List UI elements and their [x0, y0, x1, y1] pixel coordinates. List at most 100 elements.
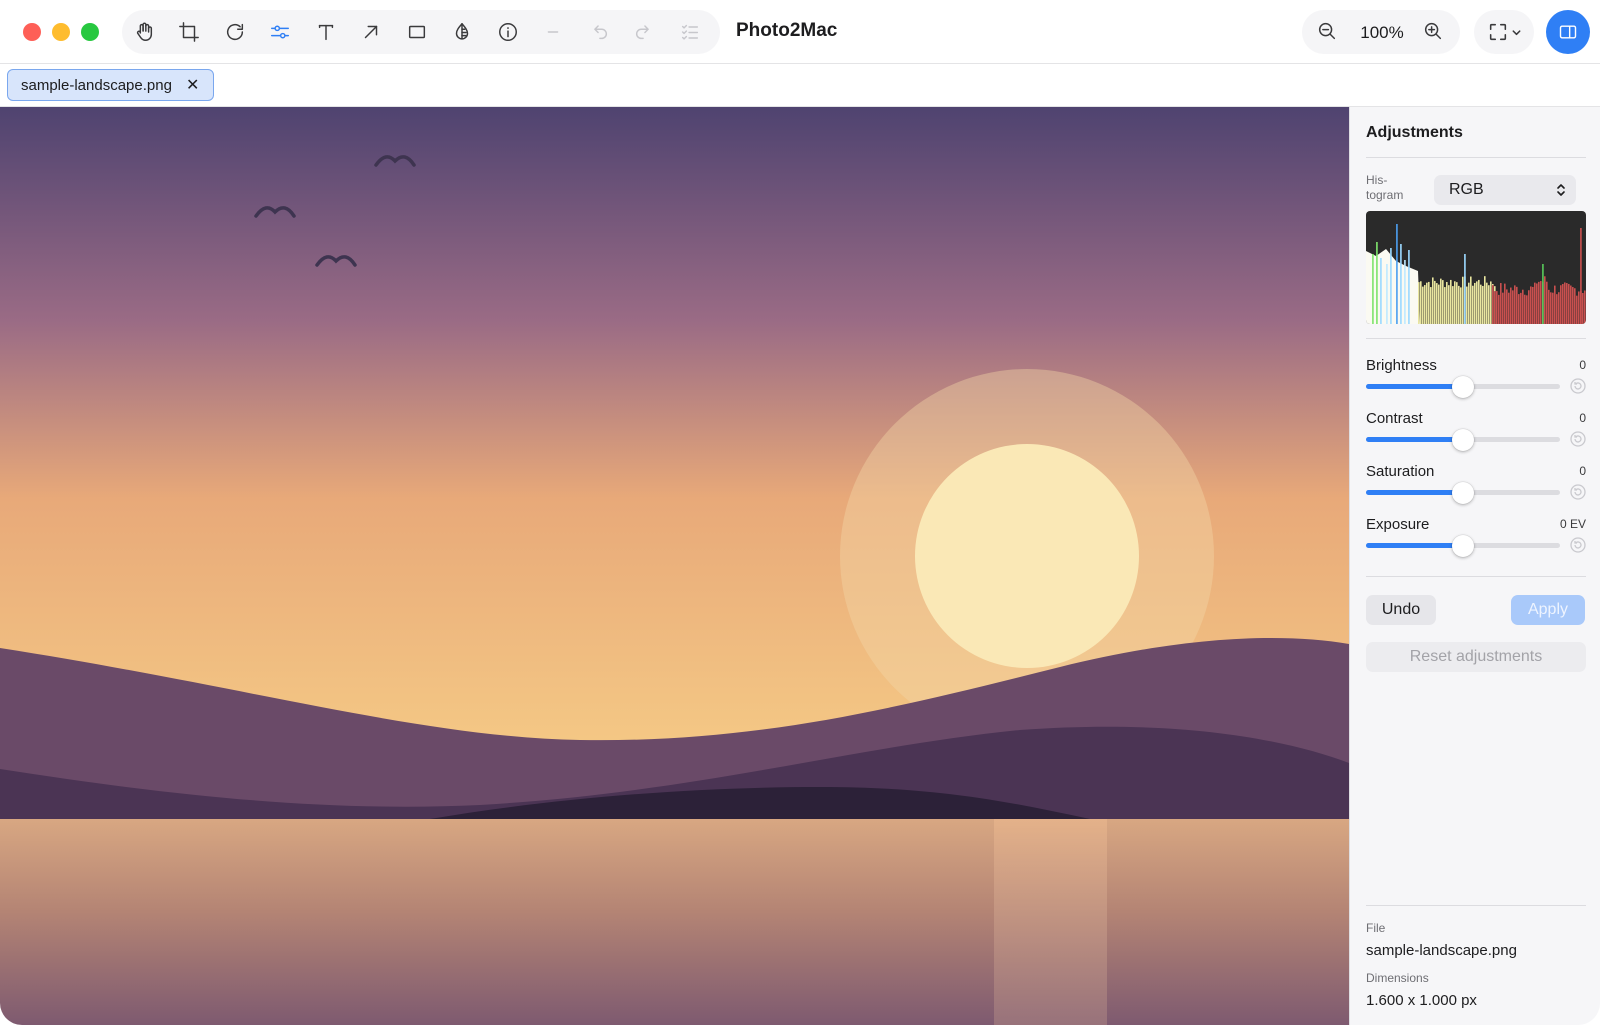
histogram-bar: [1532, 286, 1534, 324]
zoom-out-icon: [1318, 22, 1336, 40]
saturation-value: 0: [1579, 464, 1586, 478]
toggle-sidebar-button[interactable]: [1546, 10, 1590, 54]
exposure-slider[interactable]: [1366, 535, 1560, 557]
redo-tool-button[interactable]: [626, 14, 662, 50]
histogram-bar: [1488, 285, 1490, 324]
histogram-bar: [1436, 283, 1438, 324]
histogram-bar: [1480, 284, 1482, 324]
contrast-slider[interactable]: [1366, 429, 1560, 451]
line-width-tool-button[interactable]: [535, 14, 571, 50]
apply-button[interactable]: Apply: [1511, 595, 1585, 625]
dimensions-value: 1.600 x 1.000 px: [1366, 992, 1477, 1009]
exposure-reset-button[interactable]: [1570, 537, 1586, 553]
contrast-value: 0: [1579, 411, 1586, 425]
histogram-bar: [1548, 289, 1550, 324]
undo-tool-button[interactable]: [581, 14, 617, 50]
image-canvas[interactable]: [0, 107, 1349, 1025]
rectangle-tool-button[interactable]: [399, 14, 435, 50]
brightness-slider-fill: [1366, 384, 1463, 389]
histogram-bar: [1514, 285, 1516, 324]
histogram-bar: [1524, 294, 1526, 324]
divider: [1366, 905, 1586, 906]
crop-tool-button[interactable]: [171, 14, 207, 50]
histogram-bar: [1448, 285, 1450, 324]
histogram-label-line2: togram: [1366, 188, 1404, 202]
histogram-bar: [1462, 276, 1464, 324]
exposure-slider-thumb[interactable]: [1452, 535, 1474, 557]
histogram-bar: [1564, 282, 1566, 324]
channel-select[interactable]: RGB: [1434, 175, 1576, 205]
rotate-icon: [226, 23, 244, 41]
divider: [1366, 338, 1586, 339]
rectangle-icon: [408, 25, 426, 39]
info-icon: [499, 23, 517, 41]
histogram-bar: [1440, 278, 1442, 324]
histogram-bar: [1530, 286, 1532, 324]
undo-button[interactable]: Undo: [1366, 595, 1436, 625]
adjustments-panel: Adjustments His-togram RGB Brightness 0 Co…: [1349, 107, 1600, 1025]
sidebar-icon: [1559, 25, 1577, 39]
line-icon: [547, 31, 559, 33]
histogram-bar: [1554, 285, 1556, 324]
app-title: Photo2Mac: [736, 20, 838, 41]
histogram-bar: [1544, 276, 1546, 324]
saturation-slider-thumb[interactable]: [1452, 482, 1474, 504]
hand-tool-button[interactable]: [126, 14, 162, 50]
up-down-chevron-icon: [1557, 184, 1565, 196]
water: [0, 819, 1349, 1025]
arrow-tool-button[interactable]: [353, 14, 389, 50]
close-tab-icon[interactable]: ✕: [186, 75, 199, 95]
redact-tool-button[interactable]: [444, 14, 480, 50]
histogram-bar: [1578, 291, 1580, 324]
saturation-reset-button[interactable]: [1570, 484, 1586, 500]
zoom-level[interactable]: 100%: [1352, 23, 1412, 43]
undo-icon: [594, 25, 607, 40]
minimize-window-button[interactable]: [52, 23, 70, 41]
checklist-tool-button[interactable]: [672, 14, 708, 50]
zoom-in-button[interactable]: [1422, 20, 1446, 44]
histogram-bar: [1420, 281, 1422, 324]
histogram-spike: [1408, 250, 1410, 324]
brightness-slider[interactable]: [1366, 376, 1560, 398]
reset-icon: [1570, 431, 1586, 447]
histogram-spike: [1376, 242, 1378, 324]
drop-halftone-icon: [455, 23, 469, 40]
tab-sample-landscape[interactable]: sample-landscape.png ✕: [7, 69, 215, 101]
divider: [1366, 157, 1586, 158]
brightness-label: Brightness: [1366, 357, 1437, 374]
histogram-bar: [1558, 292, 1560, 324]
rotate-tool-button[interactable]: [217, 14, 253, 50]
brightness-slider-thumb[interactable]: [1452, 376, 1474, 398]
text-tool-button[interactable]: [308, 14, 344, 50]
arrow-icon: [364, 25, 378, 39]
app-window: Photo2Mac 100% sample-landscape.png ✕ Ad…: [0, 0, 1600, 1025]
reset-icon: [1570, 484, 1586, 500]
sun-reflection: [994, 819, 1107, 1025]
reset-adjustments-button[interactable]: Reset adjustments: [1366, 642, 1586, 672]
saturation-slider[interactable]: [1366, 482, 1560, 504]
histogram-bar: [1430, 287, 1432, 324]
histogram-spike: [1464, 254, 1466, 324]
file-name: sample-landscape.png: [1366, 942, 1517, 959]
contrast-slider-thumb[interactable]: [1452, 429, 1474, 451]
zoom-out-button[interactable]: [1316, 20, 1340, 44]
histogram-bar: [1424, 285, 1426, 324]
contrast-reset-button[interactable]: [1570, 431, 1586, 447]
adjust-tool-button[interactable]: [262, 14, 298, 50]
exposure-value: 0 EV: [1559, 517, 1586, 531]
histogram-bar: [1582, 292, 1584, 324]
close-window-button[interactable]: [23, 23, 41, 41]
histogram-bar: [1442, 280, 1444, 324]
saturation-slider-fill: [1366, 490, 1463, 495]
fit-mode-menu[interactable]: [1474, 10, 1534, 54]
histogram-bar: [1498, 294, 1500, 324]
histogram-bar: [1422, 286, 1424, 324]
crop-icon: [179, 22, 199, 42]
histogram-bar: [1516, 286, 1518, 324]
brightness-reset-button[interactable]: [1570, 378, 1586, 394]
histogram-bar: [1576, 295, 1578, 324]
zoom-window-button[interactable]: [81, 23, 99, 41]
zoom-control: 100%: [1302, 10, 1460, 54]
histogram-bar: [1482, 285, 1484, 324]
info-tool-button[interactable]: [490, 14, 526, 50]
